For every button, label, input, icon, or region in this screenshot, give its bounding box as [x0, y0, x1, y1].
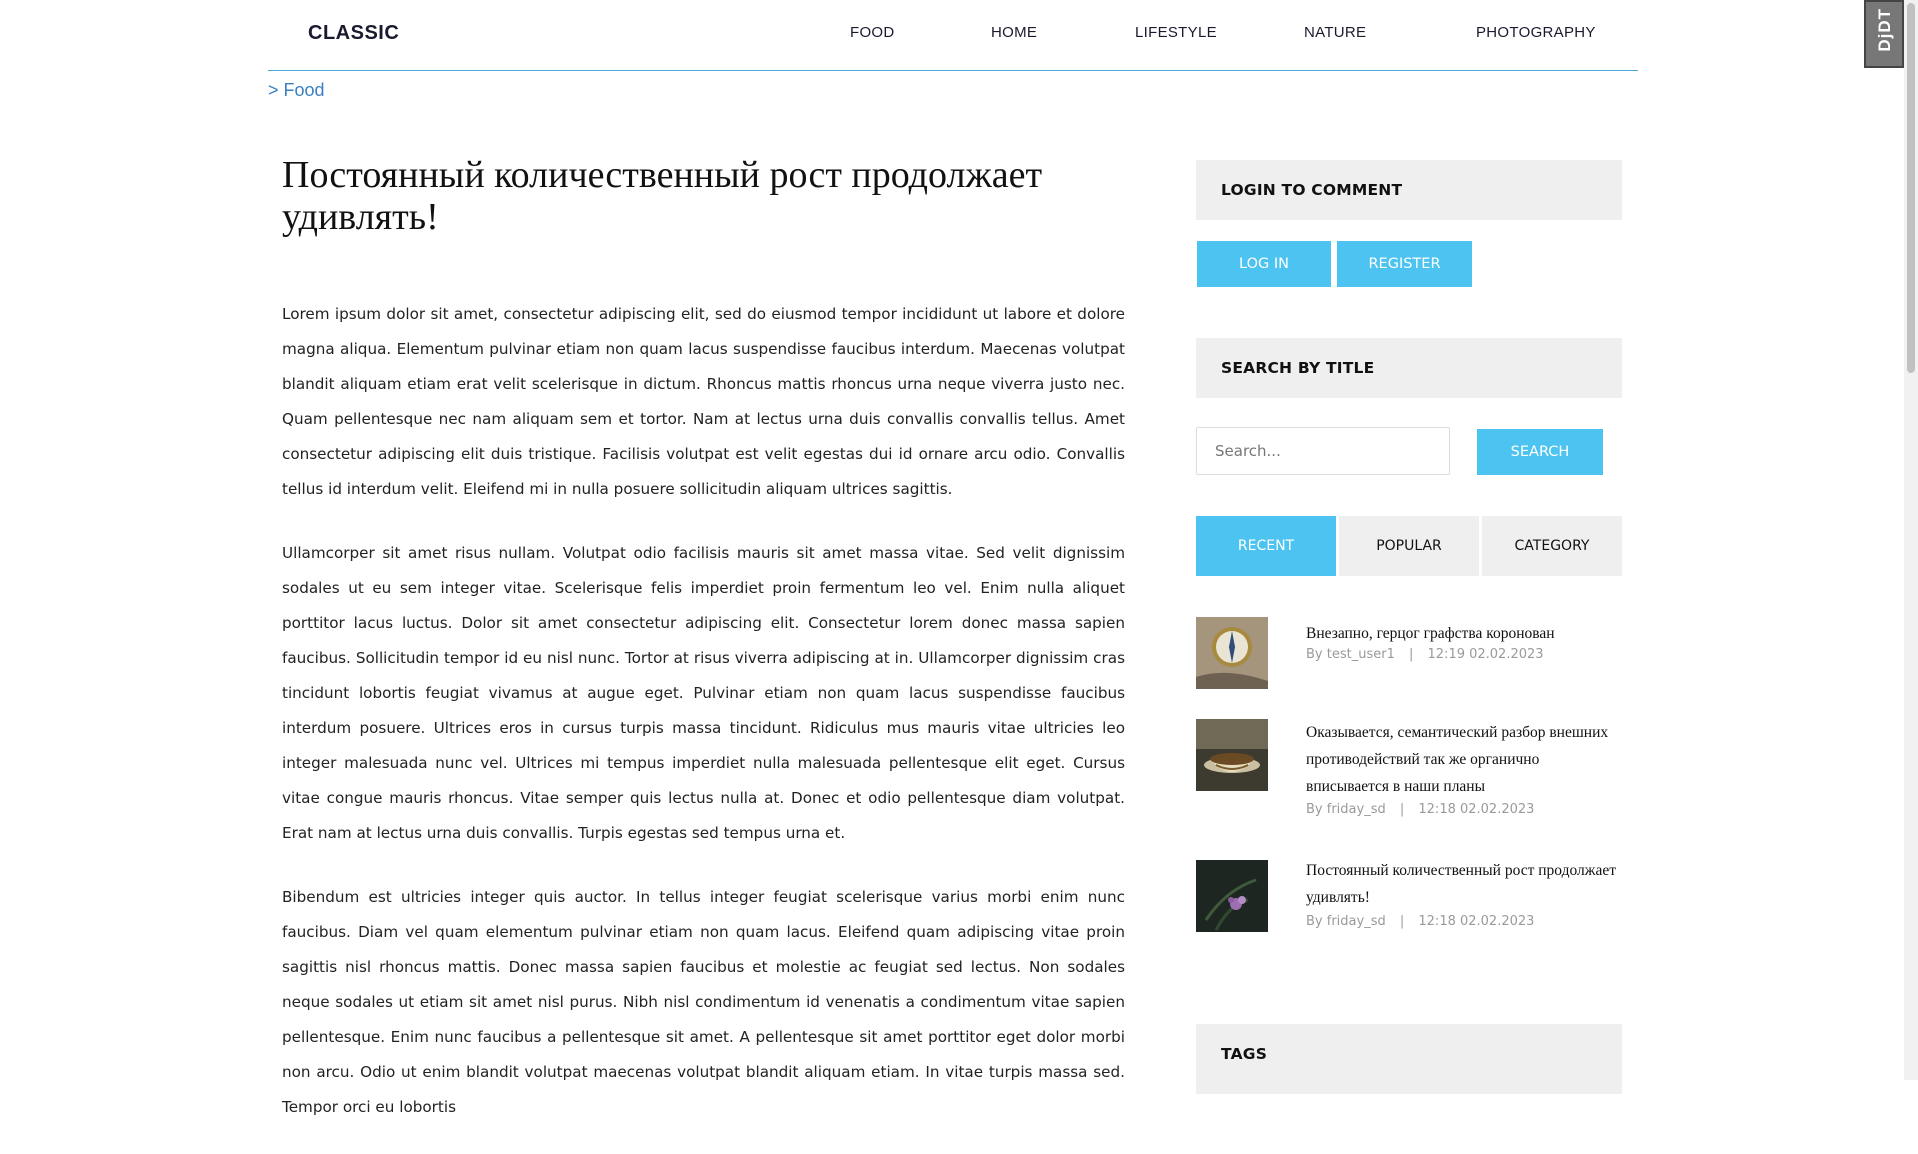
- post-author: By test_user1: [1306, 647, 1395, 662]
- tab-recent[interactable]: RECENT: [1196, 516, 1336, 576]
- article-title: Постоянный количественный рост продолжае…: [282, 154, 1043, 238]
- login-heading: LOGIN TO COMMENT: [1221, 181, 1403, 199]
- login-button[interactable]: LOG IN: [1197, 241, 1331, 287]
- post-title[interactable]: Постоянный количественный рост продолжае…: [1306, 857, 1622, 911]
- post-author: By friday_sd: [1306, 802, 1386, 817]
- register-button[interactable]: REGISTER: [1337, 241, 1472, 287]
- post-time: 12:18 02.02.2023: [1418, 914, 1535, 929]
- post-author: By friday_sd: [1306, 914, 1386, 929]
- tags-panel-heading: TAGS: [1196, 1024, 1622, 1094]
- post-meta: By friday_sd | 12:18 02.02.2023: [1306, 802, 1534, 817]
- article-paragraph: Lorem ipsum dolor sit amet, consectetur …: [282, 305, 1125, 498]
- nav-item-food[interactable]: FOOD: [850, 24, 895, 41]
- breadcrumb[interactable]: > Food: [268, 80, 325, 101]
- main-nav: FOOD HOME LIFESTYLE NATURE PHOTOGRAPHY: [268, 24, 1638, 44]
- flower-icon[interactable]: [1196, 860, 1268, 932]
- scrollbar-thumb[interactable]: [1907, 3, 1915, 373]
- tab-category[interactable]: CATEGORY: [1482, 516, 1622, 576]
- compass-icon[interactable]: [1196, 617, 1268, 689]
- nav-item-lifestyle[interactable]: LIFESTYLE: [1135, 24, 1217, 41]
- debug-toolbar-label: DjDT: [1875, 8, 1894, 52]
- post-title[interactable]: Оказывается, семантический разбор внешни…: [1306, 719, 1622, 800]
- tab-popular[interactable]: POPULAR: [1339, 516, 1479, 576]
- page-wrapper: CLASSIC FOOD HOME LIFESTYLE NATURE PHOTO…: [268, 0, 1638, 1116]
- search-panel-heading: SEARCH BY TITLE: [1196, 338, 1622, 398]
- post-time: 12:18 02.02.2023: [1418, 802, 1535, 817]
- article-paragraph: Ullamcorper sit amet risus nullam. Volut…: [282, 544, 1125, 842]
- post-meta: By friday_sd | 12:18 02.02.2023: [1306, 914, 1534, 929]
- post-time: 12:19 02.02.2023: [1427, 647, 1544, 662]
- meta-separator: |: [1399, 802, 1405, 817]
- search-button[interactable]: SEARCH: [1477, 429, 1603, 475]
- tea-cup-icon[interactable]: [1196, 719, 1268, 791]
- page-scrollbar[interactable]: [1904, 0, 1918, 1080]
- post-meta: By test_user1 | 12:19 02.02.2023: [1306, 647, 1544, 662]
- post-tabs: RECENT POPULAR CATEGORY: [1196, 516, 1622, 576]
- meta-separator: |: [1399, 914, 1405, 929]
- debug-toolbar-handle[interactable]: DjDT: [1864, 0, 1904, 68]
- sidebar: LOGIN TO COMMENT LOG IN REGISTER SEARCH …: [1196, 160, 1622, 1094]
- article-body: Lorem ipsum dolor sit amet, consectetur …: [282, 297, 1125, 1154]
- article-paragraph: Bibendum est ultricies integer quis auct…: [282, 888, 1125, 1116]
- tags-heading: TAGS: [1221, 1045, 1268, 1063]
- search-heading: SEARCH BY TITLE: [1221, 359, 1375, 377]
- nav-item-photography[interactable]: PHOTOGRAPHY: [1476, 24, 1596, 41]
- nav-item-nature[interactable]: NATURE: [1304, 24, 1366, 41]
- search-input[interactable]: [1196, 427, 1450, 475]
- meta-separator: |: [1408, 647, 1414, 662]
- login-panel-heading: LOGIN TO COMMENT: [1196, 160, 1622, 220]
- site-header: CLASSIC FOOD HOME LIFESTYLE NATURE PHOTO…: [268, 0, 1638, 71]
- post-title[interactable]: Внезапно, герцог графства коронован: [1306, 620, 1622, 647]
- nav-item-home[interactable]: HOME: [991, 24, 1037, 41]
